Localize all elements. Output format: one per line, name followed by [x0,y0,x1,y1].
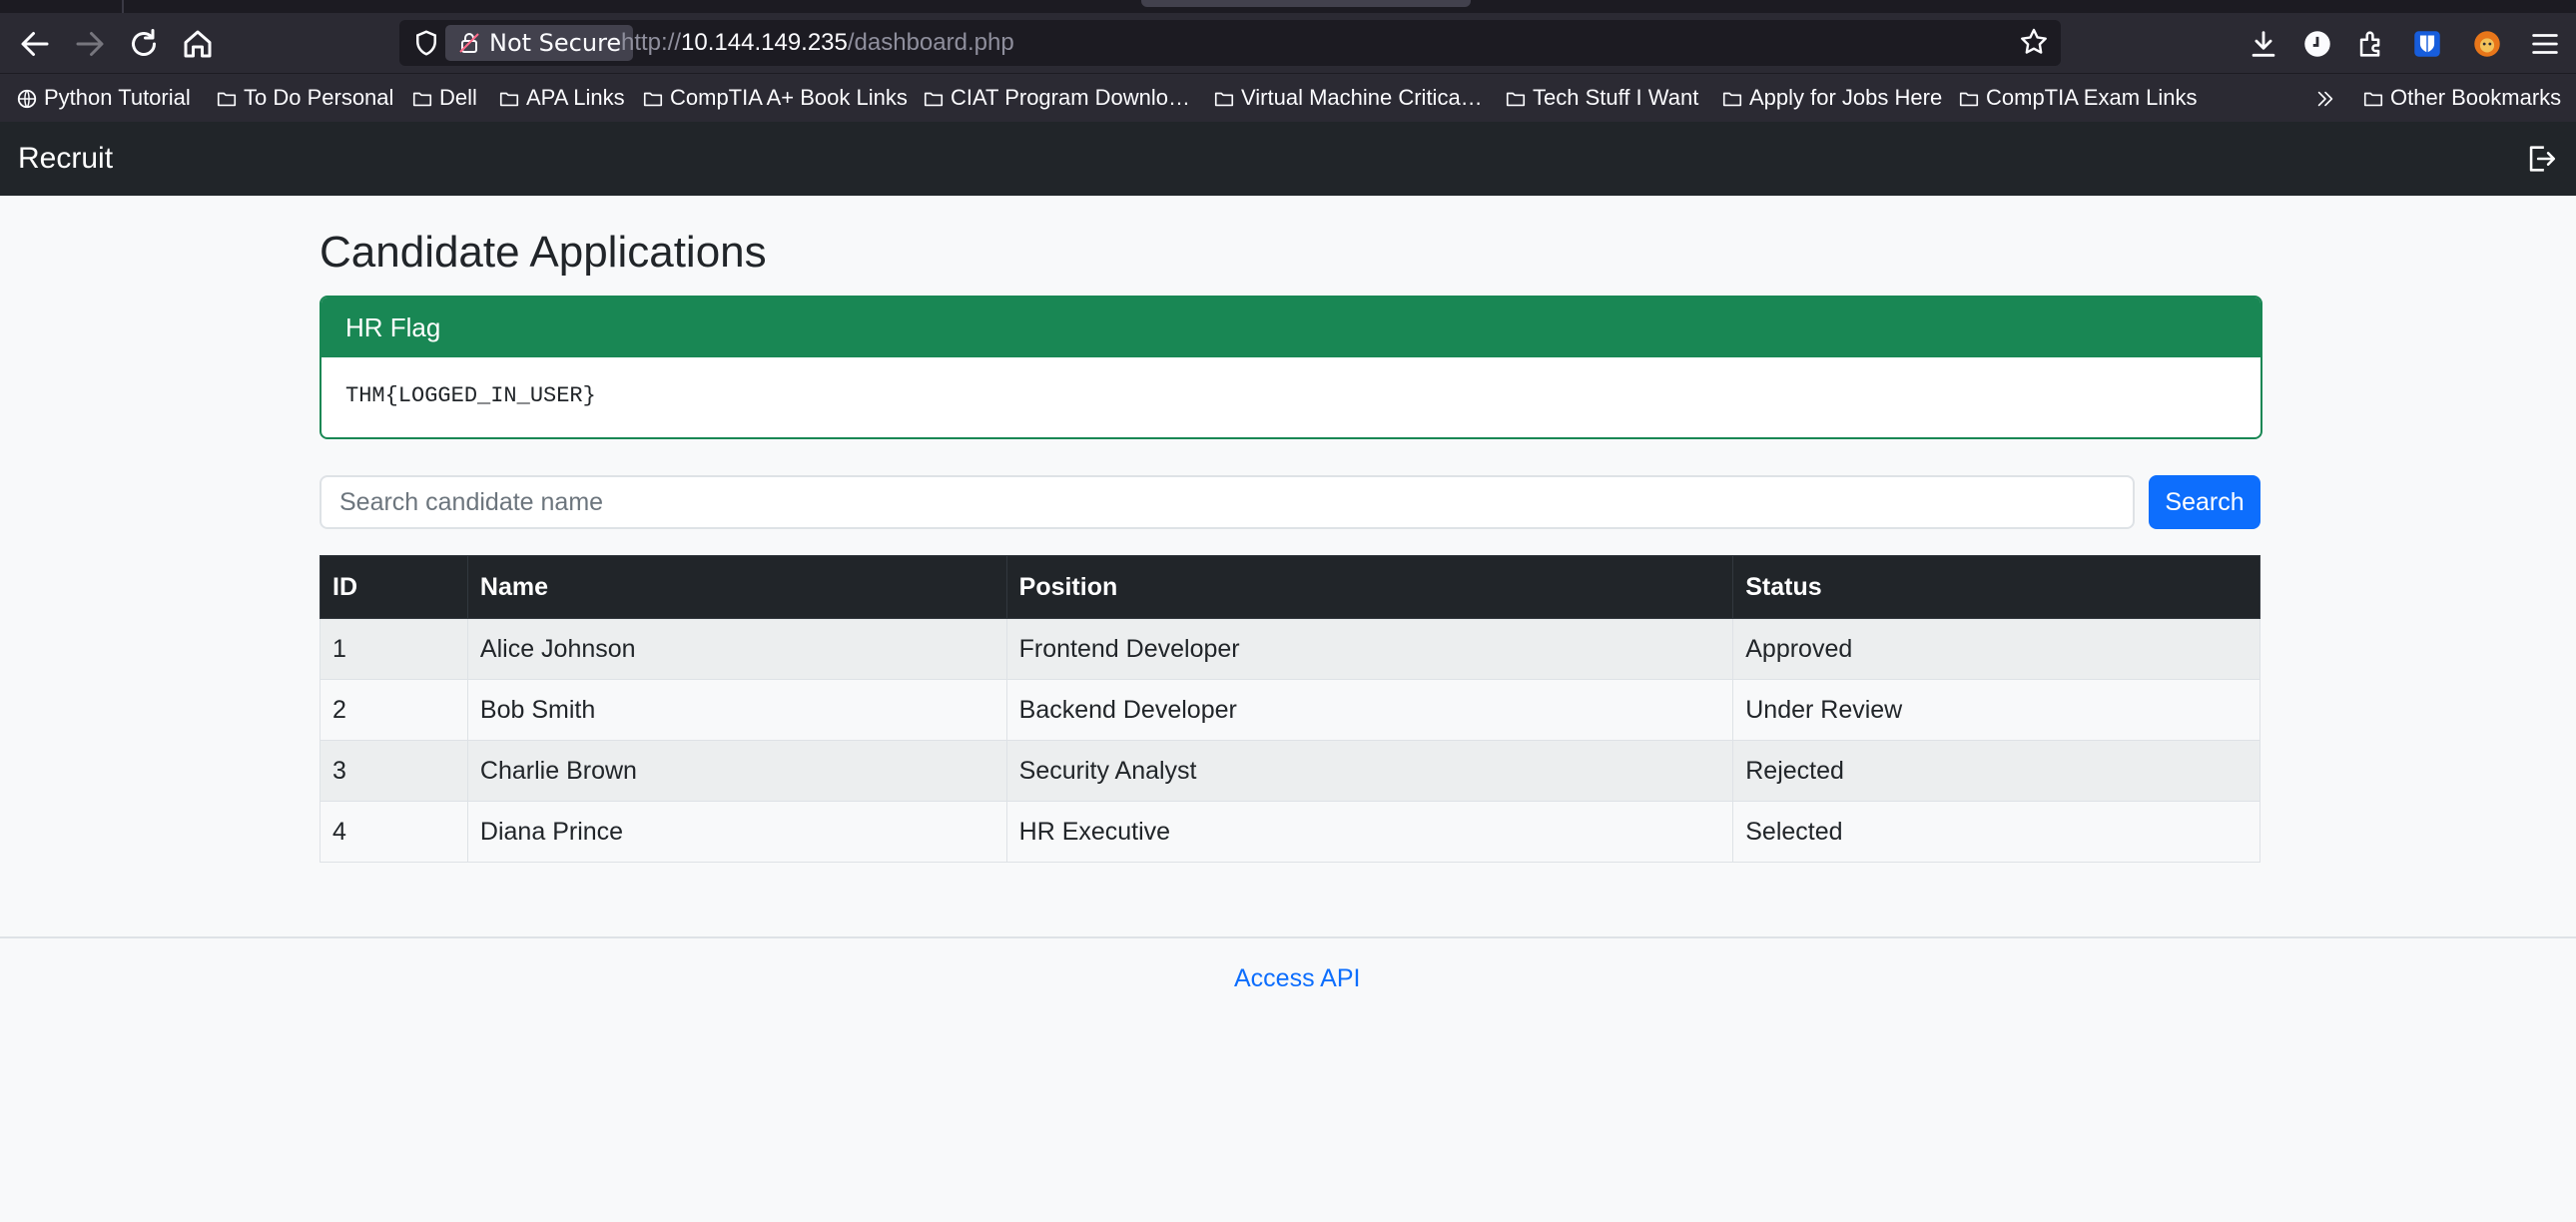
other-bookmarks-folder[interactable]: Other Bookmarks [2362,74,2561,122]
cell-status: Approved [1732,618,2260,680]
bookmark-label: Tech Stuff I Want [1533,85,1699,110]
table-row: 1 Alice Johnson Frontend Developer Appro… [320,618,2260,680]
home-icon [184,30,212,58]
cell-position: HR Executive [1005,801,1734,863]
app-brand[interactable]: Recruit [18,122,113,196]
cell-position: Frontend Developer [1005,618,1734,680]
url-text[interactable]: http://10.144.149.235/dashboard.php [621,20,1014,66]
active-tab-edge[interactable] [1141,0,1471,7]
other-bookmarks-label: Other Bookmarks [2390,85,2562,110]
url-bar[interactable]: Not Secure http://10.144.149.235/dashboa… [399,20,2061,66]
bookmark-folder[interactable]: Apply for Jobs Here [1721,74,1942,122]
card-header: HR Flag [322,298,2260,357]
column-header: Name [466,555,1007,619]
folder-icon [499,92,519,107]
cell-id: 4 [320,801,468,863]
bookmark-label: Apply for Jobs Here [1749,85,1943,110]
bookmark-label: Python Tutorial [44,85,191,110]
arrow-right-icon [76,32,104,56]
logout-icon[interactable] [2524,142,2558,176]
bookmark-item[interactable]: Python Tutorial [16,74,191,122]
access-api-link[interactable]: Access API [1234,964,1360,993]
folder-icon [1722,92,1742,107]
bookmark-label: CompTIA A+ Book Links [670,85,908,110]
cell-status: Rejected [1732,740,2260,802]
page-title: Candidate Applications [320,228,767,277]
not-secure-label: Not Secure [489,29,622,57]
bookmark-folder[interactable]: CompTIA A+ Book Links [642,74,908,122]
folder-icon [217,92,237,107]
cell-id: 1 [320,618,468,680]
column-header: ID [320,555,468,619]
bookmark-folder[interactable]: Virtual Machine Critica… [1213,74,1483,122]
column-header: Position [1005,555,1734,619]
folder-icon [412,92,432,107]
column-header: Status [1732,555,2260,619]
url-host: 10.144.149.235 [681,29,848,56]
cell-position: Backend Developer [1005,679,1734,741]
arrow-left-icon [21,32,49,56]
table-header-row: ID Name Position Status [320,555,2260,619]
bitwarden-icon[interactable] [2410,27,2444,61]
bookmark-folder[interactable]: CompTIA Exam Links [1958,74,2198,122]
cell-name: Diana Prince [466,801,1007,863]
bookmark-folder[interactable]: APA Links [498,74,625,122]
menu-hamburger-icon[interactable] [2528,27,2562,61]
chevron-double-right-icon [2317,91,2333,107]
bookmark-label: CIAT Program Downlo… [951,85,1191,110]
reload-button[interactable] [126,26,162,62]
search-button[interactable]: Search [2149,475,2260,529]
cell-position: Security Analyst [1005,740,1734,802]
shield-icon[interactable] [411,28,441,58]
folder-icon [1214,92,1234,107]
cell-name: Alice Johnson [466,618,1007,680]
reload-icon [132,29,156,56]
table-row: 2 Bob Smith Backend Developer Under Revi… [320,679,2260,741]
flag-value: THM{LOGGED_IN_USER} [345,383,596,408]
app-navbar: Recruit [0,122,2576,196]
table-row: 3 Charlie Brown Security Analyst Rejecte… [320,740,2260,802]
bookmark-star-button[interactable] [2017,26,2051,60]
folder-icon [2363,92,2383,107]
cell-status: Under Review [1732,679,2260,741]
folder-icon [1506,92,1526,107]
tab-separator [122,0,124,13]
candidates-table: ID Name Position Status 1 Alice Johnson … [320,555,2260,863]
bookmark-label: Virtual Machine Critica… [1241,85,1483,110]
forward-button[interactable] [72,26,108,62]
globe-icon [17,89,37,109]
back-button[interactable] [17,26,53,62]
url-prefix: http:// [621,29,682,56]
bookmark-folder[interactable]: Dell [411,74,477,122]
bookmarks-toolbar: Python Tutorial To Do Personal Dell APA … [0,73,2576,122]
url-path: /dashboard.php [847,29,1014,56]
cell-id: 3 [320,740,468,802]
star-icon [2021,28,2047,54]
home-button[interactable] [180,26,216,62]
table-row: 4 Diana Prince HR Executive Selected [320,801,2260,863]
bookmark-label: CompTIA Exam Links [1986,85,2198,110]
folder-icon [643,92,663,107]
insecure-lock-icon [459,33,479,53]
folder-icon [924,92,944,107]
download-icon[interactable] [2247,27,2280,61]
cell-name: Bob Smith [466,679,1007,741]
folder-icon [1959,92,1979,107]
cell-name: Charlie Brown [466,740,1007,802]
extension-badge-icon[interactable] [2300,27,2334,61]
hr-flag-card: HR Flag THM{LOGGED_IN_USER} [320,296,2262,439]
tab-strip [0,0,2576,13]
bookmark-folder[interactable]: To Do Personal [216,74,393,122]
foxyproxy-icon[interactable] [2470,27,2504,61]
browser-toolbar: Not Secure http://10.144.149.235/dashboa… [0,13,2576,73]
cell-status: Selected [1732,801,2260,863]
extensions-puzzle-icon[interactable] [2354,27,2388,61]
page-footer: Access API [0,936,2576,1222]
cell-id: 2 [320,679,468,741]
bookmark-folder[interactable]: Tech Stuff I Want [1505,74,1698,122]
search-input[interactable] [320,475,2135,529]
bookmark-folder[interactable]: CIAT Program Downlo… [923,74,1190,122]
not-secure-badge[interactable]: Not Secure [445,25,634,61]
bookmark-label: To Do Personal [244,85,394,110]
